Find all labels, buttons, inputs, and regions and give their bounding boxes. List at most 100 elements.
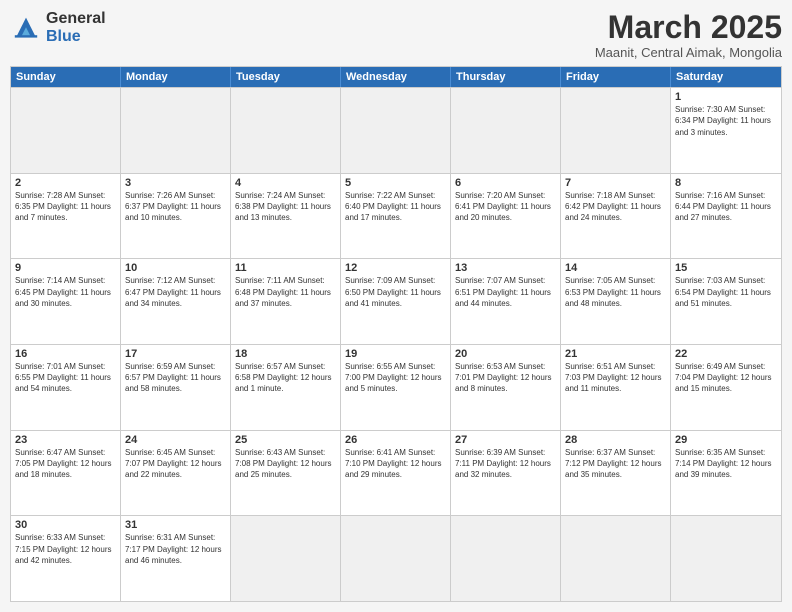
cal-cell-r5-c4 — [451, 516, 561, 601]
cal-cell-r1-c4: 6Sunrise: 7:20 AM Sunset: 6:41 PM Daylig… — [451, 174, 561, 259]
day-number: 14 — [565, 262, 666, 274]
day-number: 13 — [455, 262, 556, 274]
day-number: 28 — [565, 434, 666, 446]
day-number: 17 — [125, 348, 226, 360]
cal-cell-r1-c5: 7Sunrise: 7:18 AM Sunset: 6:42 PM Daylig… — [561, 174, 671, 259]
day-number: 6 — [455, 177, 556, 189]
cal-cell-r4-c2: 25Sunrise: 6:43 AM Sunset: 7:08 PM Dayli… — [231, 431, 341, 516]
day-number: 25 — [235, 434, 336, 446]
cal-cell-r0-c3 — [341, 88, 451, 173]
day-number: 30 — [15, 519, 116, 531]
header-sunday: Sunday — [11, 67, 121, 87]
logo-text: General Blue — [46, 10, 106, 45]
day-number: 3 — [125, 177, 226, 189]
calendar-header: Sunday Monday Tuesday Wednesday Thursday… — [11, 67, 781, 87]
cal-cell-r3-c6: 22Sunrise: 6:49 AM Sunset: 7:04 PM Dayli… — [671, 345, 781, 430]
day-info: Sunrise: 6:39 AM Sunset: 7:11 PM Dayligh… — [455, 447, 556, 481]
day-number: 12 — [345, 262, 446, 274]
cal-cell-r1-c1: 3Sunrise: 7:26 AM Sunset: 6:37 PM Daylig… — [121, 174, 231, 259]
day-info: Sunrise: 7:18 AM Sunset: 6:42 PM Dayligh… — [565, 190, 666, 224]
day-info: Sunrise: 7:01 AM Sunset: 6:55 PM Dayligh… — [15, 361, 116, 395]
calendar-row-0: 1Sunrise: 7:30 AM Sunset: 6:34 PM Daylig… — [11, 87, 781, 173]
calendar-row-3: 16Sunrise: 7:01 AM Sunset: 6:55 PM Dayli… — [11, 344, 781, 430]
cal-cell-r1-c0: 2Sunrise: 7:28 AM Sunset: 6:35 PM Daylig… — [11, 174, 121, 259]
day-info: Sunrise: 7:12 AM Sunset: 6:47 PM Dayligh… — [125, 275, 226, 309]
cal-cell-r2-c6: 15Sunrise: 7:03 AM Sunset: 6:54 PM Dayli… — [671, 259, 781, 344]
cal-cell-r3-c0: 16Sunrise: 7:01 AM Sunset: 6:55 PM Dayli… — [11, 345, 121, 430]
header-saturday: Saturday — [671, 67, 781, 87]
day-info: Sunrise: 7:22 AM Sunset: 6:40 PM Dayligh… — [345, 190, 446, 224]
cal-cell-r4-c4: 27Sunrise: 6:39 AM Sunset: 7:11 PM Dayli… — [451, 431, 561, 516]
day-info: Sunrise: 6:41 AM Sunset: 7:10 PM Dayligh… — [345, 447, 446, 481]
cal-cell-r4-c0: 23Sunrise: 6:47 AM Sunset: 7:05 PM Dayli… — [11, 431, 121, 516]
cal-cell-r0-c2 — [231, 88, 341, 173]
day-info: Sunrise: 6:57 AM Sunset: 6:58 PM Dayligh… — [235, 361, 336, 395]
day-info: Sunrise: 6:35 AM Sunset: 7:14 PM Dayligh… — [675, 447, 777, 481]
day-info: Sunrise: 6:33 AM Sunset: 7:15 PM Dayligh… — [15, 532, 116, 566]
day-info: Sunrise: 6:47 AM Sunset: 7:05 PM Dayligh… — [15, 447, 116, 481]
day-number: 9 — [15, 262, 116, 274]
day-info: Sunrise: 6:55 AM Sunset: 7:00 PM Dayligh… — [345, 361, 446, 395]
day-info: Sunrise: 6:37 AM Sunset: 7:12 PM Dayligh… — [565, 447, 666, 481]
header-thursday: Thursday — [451, 67, 561, 87]
day-info: Sunrise: 7:16 AM Sunset: 6:44 PM Dayligh… — [675, 190, 777, 224]
cal-cell-r3-c3: 19Sunrise: 6:55 AM Sunset: 7:00 PM Dayli… — [341, 345, 451, 430]
cal-cell-r4-c5: 28Sunrise: 6:37 AM Sunset: 7:12 PM Dayli… — [561, 431, 671, 516]
day-info: Sunrise: 6:53 AM Sunset: 7:01 PM Dayligh… — [455, 361, 556, 395]
day-info: Sunrise: 6:45 AM Sunset: 7:07 PM Dayligh… — [125, 447, 226, 481]
logo-general: General — [46, 10, 106, 27]
cal-cell-r5-c5 — [561, 516, 671, 601]
calendar-body: 1Sunrise: 7:30 AM Sunset: 6:34 PM Daylig… — [11, 87, 781, 601]
day-info: Sunrise: 7:14 AM Sunset: 6:45 PM Dayligh… — [15, 275, 116, 309]
cal-cell-r3-c4: 20Sunrise: 6:53 AM Sunset: 7:01 PM Dayli… — [451, 345, 561, 430]
cal-cell-r2-c5: 14Sunrise: 7:05 AM Sunset: 6:53 PM Dayli… — [561, 259, 671, 344]
day-info: Sunrise: 6:43 AM Sunset: 7:08 PM Dayligh… — [235, 447, 336, 481]
header-monday: Monday — [121, 67, 231, 87]
day-number: 15 — [675, 262, 777, 274]
month-title: March 2025 — [595, 10, 782, 45]
cal-cell-r5-c0: 30Sunrise: 6:33 AM Sunset: 7:15 PM Dayli… — [11, 516, 121, 601]
cal-cell-r1-c3: 5Sunrise: 7:22 AM Sunset: 6:40 PM Daylig… — [341, 174, 451, 259]
day-number: 31 — [125, 519, 226, 531]
header-wednesday: Wednesday — [341, 67, 451, 87]
header-friday: Friday — [561, 67, 671, 87]
cal-cell-r2-c3: 12Sunrise: 7:09 AM Sunset: 6:50 PM Dayli… — [341, 259, 451, 344]
subtitle: Maanit, Central Aimak, Mongolia — [595, 45, 782, 60]
cal-cell-r4-c1: 24Sunrise: 6:45 AM Sunset: 7:07 PM Dayli… — [121, 431, 231, 516]
day-info: Sunrise: 7:26 AM Sunset: 6:37 PM Dayligh… — [125, 190, 226, 224]
cal-cell-r5-c2 — [231, 516, 341, 601]
cal-cell-r5-c6 — [671, 516, 781, 601]
cal-cell-r0-c6: 1Sunrise: 7:30 AM Sunset: 6:34 PM Daylig… — [671, 88, 781, 173]
cal-cell-r2-c0: 9Sunrise: 7:14 AM Sunset: 6:45 PM Daylig… — [11, 259, 121, 344]
day-info: Sunrise: 7:24 AM Sunset: 6:38 PM Dayligh… — [235, 190, 336, 224]
calendar: Sunday Monday Tuesday Wednesday Thursday… — [10, 66, 782, 602]
day-number: 7 — [565, 177, 666, 189]
calendar-row-4: 23Sunrise: 6:47 AM Sunset: 7:05 PM Dayli… — [11, 430, 781, 516]
day-number: 11 — [235, 262, 336, 274]
page: General Blue March 2025 Maanit, Central … — [0, 0, 792, 612]
cal-cell-r0-c1 — [121, 88, 231, 173]
day-number: 24 — [125, 434, 226, 446]
day-info: Sunrise: 6:49 AM Sunset: 7:04 PM Dayligh… — [675, 361, 777, 395]
day-info: Sunrise: 7:20 AM Sunset: 6:41 PM Dayligh… — [455, 190, 556, 224]
day-number: 20 — [455, 348, 556, 360]
header-tuesday: Tuesday — [231, 67, 341, 87]
cal-cell-r0-c0 — [11, 88, 121, 173]
day-info: Sunrise: 7:09 AM Sunset: 6:50 PM Dayligh… — [345, 275, 446, 309]
cal-cell-r3-c5: 21Sunrise: 6:51 AM Sunset: 7:03 PM Dayli… — [561, 345, 671, 430]
day-number: 27 — [455, 434, 556, 446]
cal-cell-r1-c2: 4Sunrise: 7:24 AM Sunset: 6:38 PM Daylig… — [231, 174, 341, 259]
calendar-row-1: 2Sunrise: 7:28 AM Sunset: 6:35 PM Daylig… — [11, 173, 781, 259]
day-number: 26 — [345, 434, 446, 446]
cal-cell-r3-c2: 18Sunrise: 6:57 AM Sunset: 6:58 PM Dayli… — [231, 345, 341, 430]
cal-cell-r5-c1: 31Sunrise: 6:31 AM Sunset: 7:17 PM Dayli… — [121, 516, 231, 601]
day-info: Sunrise: 6:51 AM Sunset: 7:03 PM Dayligh… — [565, 361, 666, 395]
day-number: 22 — [675, 348, 777, 360]
cal-cell-r4-c3: 26Sunrise: 6:41 AM Sunset: 7:10 PM Dayli… — [341, 431, 451, 516]
day-number: 5 — [345, 177, 446, 189]
day-number: 19 — [345, 348, 446, 360]
calendar-row-2: 9Sunrise: 7:14 AM Sunset: 6:45 PM Daylig… — [11, 258, 781, 344]
day-number: 4 — [235, 177, 336, 189]
day-number: 18 — [235, 348, 336, 360]
day-number: 2 — [15, 177, 116, 189]
